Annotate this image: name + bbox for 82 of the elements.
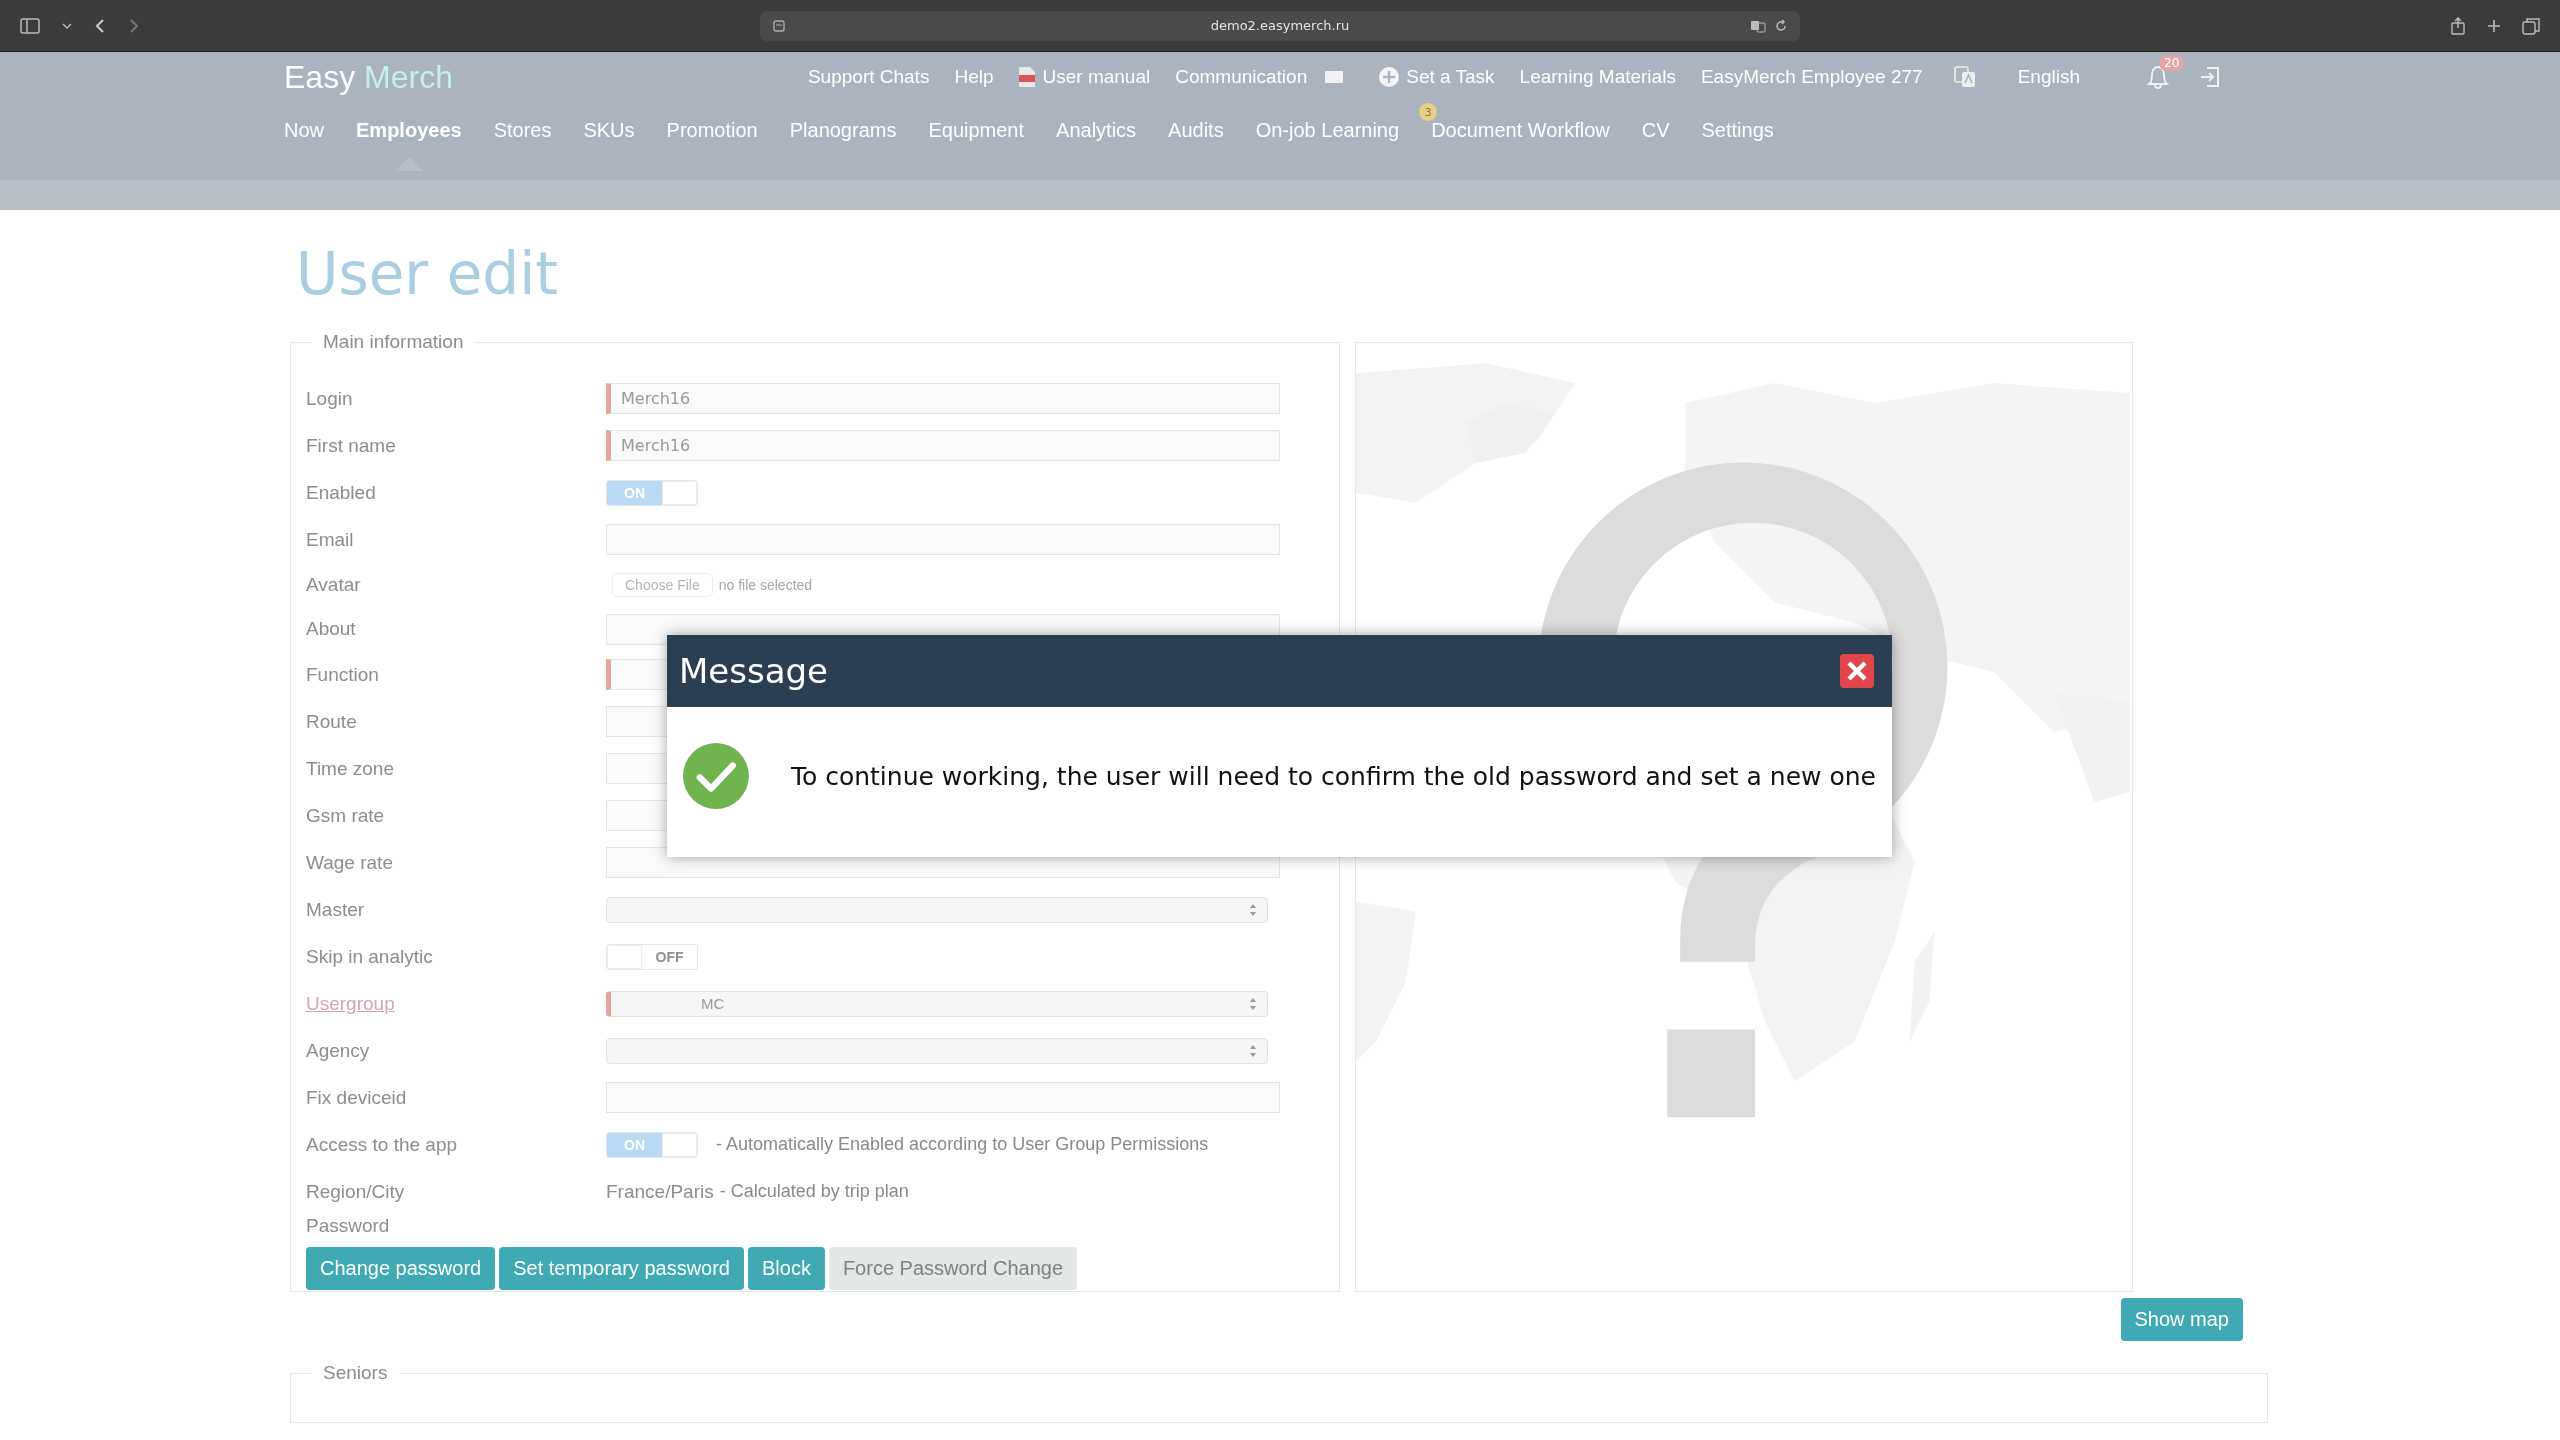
- password-button[interactable]: Change password: [306, 1247, 496, 1290]
- field-label: Avatar: [306, 574, 362, 596]
- dialog-title: Message: [679, 651, 828, 691]
- field-label: Enabled: [306, 481, 377, 504]
- field-label: Time zone: [306, 757, 395, 780]
- top-link[interactable]: Set a Task: [1406, 66, 1495, 88]
- field-label: First name: [306, 434, 397, 457]
- envelope-icon: [1324, 70, 1345, 84]
- password-button[interactable]: Set temporary password: [499, 1247, 744, 1290]
- nav-tab[interactable]: SKUs: [583, 119, 635, 142]
- nav-tab[interactable]: Promotion: [666, 119, 758, 142]
- address-bar[interactable]: demo2.easymerch.ru: [760, 10, 1800, 41]
- field-label: About: [306, 618, 357, 640]
- logo[interactable]: Easy Merch: [284, 58, 453, 96]
- close-icon[interactable]: [1840, 654, 1874, 688]
- nav-tab[interactable]: Settings: [1701, 119, 1774, 142]
- url-text: demo2.easymerch.ru: [1210, 18, 1350, 33]
- nav-tab[interactable]: Analytics: [1056, 119, 1137, 142]
- nav-tab[interactable]: Document Workflow: [1431, 119, 1610, 142]
- plus-circle-icon: [1378, 66, 1401, 88]
- hint-text: - Calculated by trip plan: [719, 1181, 909, 1202]
- input-field[interactable]: [606, 1082, 1280, 1113]
- nav-tab[interactable]: CV: [1641, 119, 1670, 142]
- top-link[interactable]: EasyMerch Employee 277: [1700, 66, 1923, 88]
- field-label: Login: [306, 387, 354, 410]
- sidebar-icon[interactable]: [20, 17, 40, 34]
- chevron-down-icon[interactable]: [62, 21, 72, 30]
- toggle-switch[interactable]: ON: [606, 1131, 698, 1158]
- choose-file-button[interactable]: Choose File: [612, 573, 713, 597]
- field-label: Wage rate: [306, 851, 394, 874]
- dialog-message: To continue working, the user will need to confirm the old password and set a new one: [790, 761, 1876, 791]
- translate-icon: [1750, 18, 1766, 33]
- field-label: Agency: [306, 1039, 371, 1062]
- field-label: Function: [306, 663, 380, 686]
- sort-arrows-icon: [1249, 902, 1257, 917]
- nav-tab[interactable]: On-job Learning: [1255, 119, 1400, 142]
- field-label: Skip in analytic: [306, 945, 434, 968]
- document-icon: [1018, 66, 1037, 88]
- reload-icon[interactable]: [1774, 18, 1788, 33]
- language-link[interactable]: English: [2017, 66, 2080, 88]
- top-link[interactable]: Support Chats: [807, 66, 930, 88]
- page-title: User edit: [296, 240, 559, 308]
- file-status: no file selected: [718, 577, 813, 593]
- top-link[interactable]: Communication: [1175, 66, 1308, 88]
- show-map-button[interactable]: Show map: [2120, 1298, 2243, 1341]
- nav-tab[interactable]: Now: [284, 119, 324, 142]
- field-label: Email: [306, 528, 355, 551]
- forward-icon[interactable]: [128, 17, 140, 34]
- share-icon[interactable]: [2450, 16, 2466, 35]
- nav-tab[interactable]: Equipment: [928, 119, 1025, 142]
- field-label: Region/City: [306, 1180, 406, 1203]
- input-field[interactable]: Merch16: [606, 430, 1280, 461]
- nav-tab[interactable]: Stores: [493, 119, 552, 142]
- nav-tab[interactable]: Employees: [356, 119, 462, 142]
- field-label: Password: [306, 1215, 391, 1237]
- toggle-switch[interactable]: OFF: [606, 943, 698, 970]
- dropdown[interactable]: MC: [606, 990, 1268, 1017]
- top-link[interactable]: User manual: [1042, 66, 1151, 88]
- top-link[interactable]: Learning Materials: [1519, 66, 1676, 88]
- input-field[interactable]: Merch16: [606, 383, 1280, 414]
- nav-tab[interactable]: Audits: [1168, 119, 1224, 142]
- field-value: France/Paris: [606, 1180, 714, 1203]
- sort-arrows-icon: [1249, 1043, 1257, 1058]
- back-icon[interactable]: [94, 17, 106, 34]
- top-link[interactable]: Help: [954, 66, 994, 88]
- count-badge: 3: [1419, 103, 1438, 121]
- toggle-switch[interactable]: ON: [606, 479, 698, 506]
- field-label: Master: [306, 898, 366, 921]
- field-label: Gsm rate: [306, 804, 386, 827]
- notification-badge: 20: [2159, 55, 2185, 71]
- input-field[interactable]: [606, 524, 1280, 555]
- field-label: Route: [306, 710, 358, 733]
- password-button[interactable]: Block: [748, 1247, 825, 1290]
- field-label: Access to the app: [306, 1133, 459, 1156]
- plus-icon[interactable]: [2486, 17, 2502, 34]
- page-icon: [772, 18, 786, 33]
- nav-tab[interactable]: Planograms: [789, 119, 897, 142]
- field-label: Fix deviceid: [306, 1086, 408, 1109]
- field-label-link[interactable]: Usergroup: [306, 992, 606, 1015]
- sort-arrows-icon: [1249, 996, 1257, 1011]
- hint-text: - Automatically Enabled according to User Group Permissions: [716, 1134, 1209, 1155]
- tabs-icon[interactable]: [2522, 16, 2540, 35]
